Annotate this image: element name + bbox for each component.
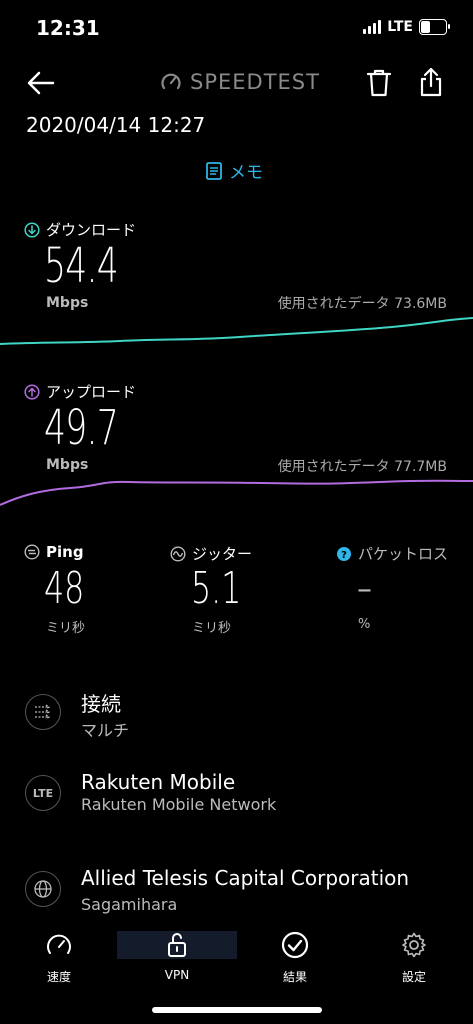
nav-results-label: 結果	[282, 970, 307, 984]
nav-speed-label: 速度	[46, 970, 71, 984]
upload-label: アップロード	[46, 383, 137, 401]
nav-vpn[interactable]: VPN	[137, 930, 217, 982]
jitter-label-row: ジッター	[170, 543, 252, 564]
carrier-sub: Rakuten Mobile Network	[81, 795, 277, 814]
nav-vpn-label: VPN	[164, 968, 190, 982]
network-type: LTE	[387, 19, 413, 35]
jitter-value: 5.1	[191, 563, 242, 614]
test-date: 2020/04/14 12:27	[26, 113, 206, 137]
globe-icon	[25, 871, 61, 907]
connection-sub: マルチ	[81, 721, 130, 740]
jitter-icon	[170, 545, 186, 562]
download-unit: Mbps	[46, 295, 89, 311]
ping-unit: ミリ秒	[46, 621, 86, 636]
check-circle-icon	[281, 931, 309, 959]
download-graph	[0, 317, 473, 345]
server-title[interactable]: Allied Telesis Capital Corporation	[81, 866, 409, 890]
back-button[interactable]	[26, 68, 56, 98]
nav-settings[interactable]: 設定	[374, 930, 454, 985]
unlock-icon	[168, 933, 186, 957]
nav-settings-label: 設定	[401, 970, 426, 984]
ping-value: 48	[44, 563, 85, 614]
share-icon	[420, 67, 442, 97]
nav-speed[interactable]: 速度	[19, 930, 99, 985]
nav-results[interactable]: 結果	[255, 930, 335, 985]
memo-label: メモ	[229, 163, 263, 183]
svg-text:?: ?	[341, 550, 347, 561]
signal-icon	[363, 20, 382, 34]
jitter-unit: ミリ秒	[192, 621, 232, 636]
battery-icon	[419, 19, 450, 35]
memo-icon	[206, 161, 222, 180]
download-arrow-icon	[24, 221, 40, 238]
download-label-row: ダウンロード	[24, 219, 136, 240]
speed-gauge-icon	[47, 934, 71, 954]
upload-graph	[0, 479, 473, 506]
ping-label: Ping	[46, 543, 84, 561]
gauge-logo-icon	[161, 73, 181, 90]
server-sub: Sagamihara	[81, 895, 178, 914]
packet-loss-label: パケットロス	[358, 545, 449, 563]
gear-icon	[402, 932, 426, 958]
packet-loss-value: –	[357, 572, 372, 607]
logo-text: SPEEDTEST	[190, 70, 320, 94]
jitter-label: ジッター	[192, 545, 253, 563]
upload-label-row: アップロード	[24, 381, 136, 402]
connection-title: 接続	[81, 692, 121, 716]
packet-loss-label-row: ? パケットロス	[336, 543, 448, 564]
memo-button[interactable]: メモ	[205, 158, 263, 183]
speedtest-logo: SPEEDTEST	[160, 70, 320, 94]
download-value: 54.4	[44, 238, 119, 294]
back-arrow-icon	[27, 71, 55, 95]
ping-icon	[24, 544, 40, 560]
help-icon[interactable]: ?	[336, 546, 352, 562]
ping-label-row: Ping	[24, 543, 84, 561]
share-button[interactable]	[418, 66, 444, 102]
upload-arrow-icon	[24, 383, 40, 400]
trash-icon	[366, 69, 392, 97]
lte-icon: LTE	[25, 775, 61, 811]
carrier-title: Rakuten Mobile	[81, 770, 236, 794]
connections-icon	[25, 694, 61, 730]
packet-loss-unit: %	[358, 617, 371, 632]
upload-value: 49.7	[44, 400, 119, 456]
status-time: 12:31	[36, 16, 100, 40]
delete-button[interactable]	[366, 68, 392, 102]
home-indicator[interactable]	[152, 1007, 322, 1013]
status-indicators: LTE	[363, 19, 450, 35]
download-label: ダウンロード	[46, 221, 137, 239]
